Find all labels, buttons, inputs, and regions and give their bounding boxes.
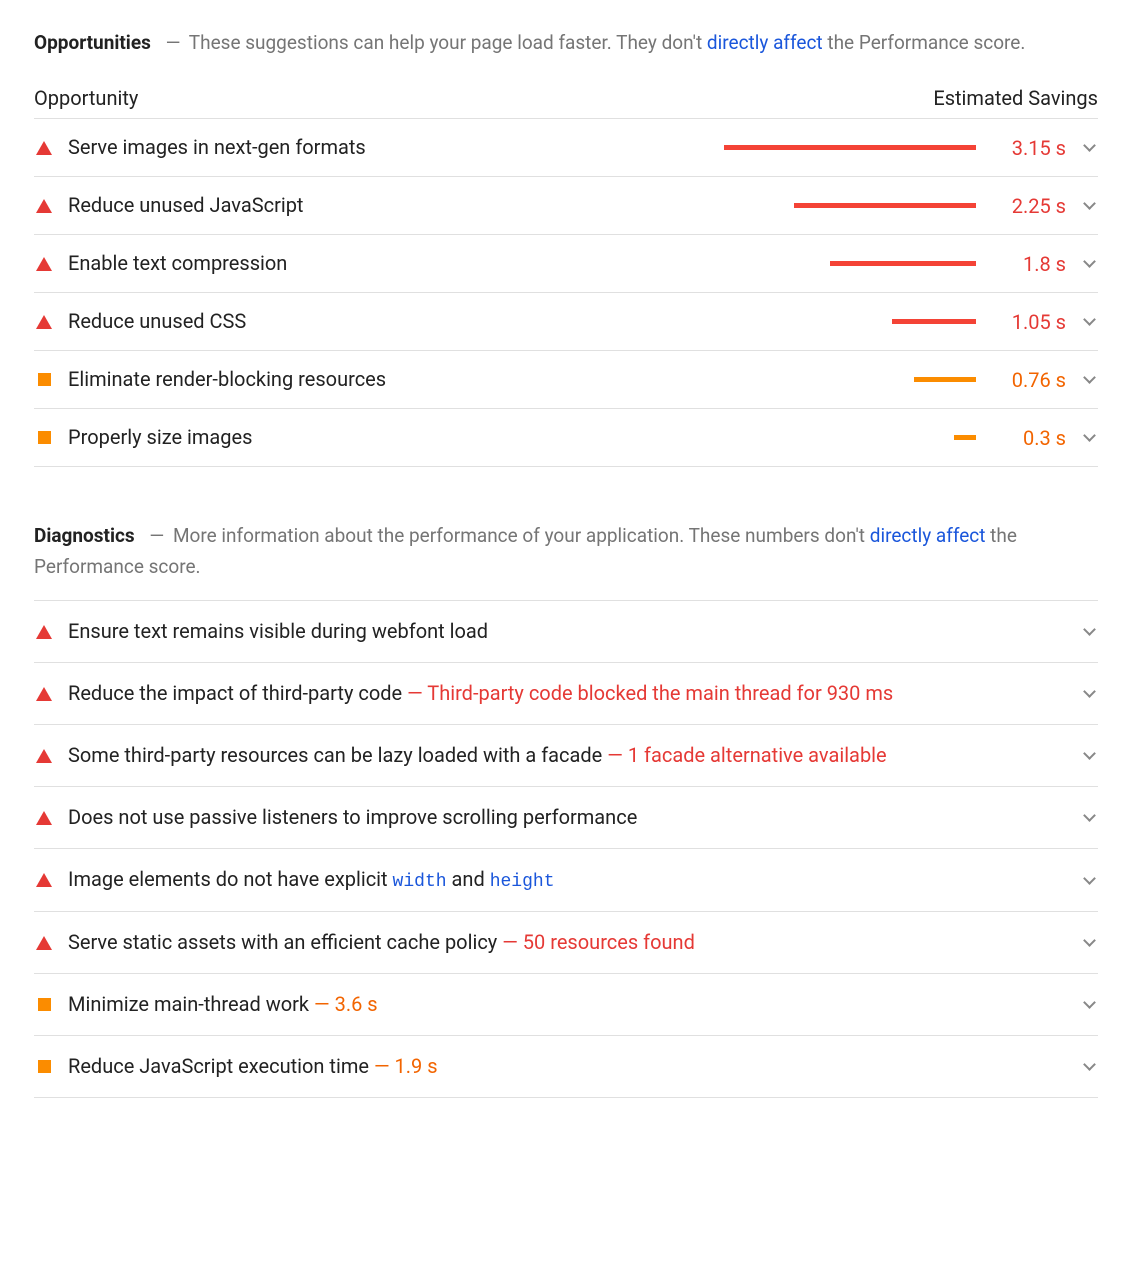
opportunity-label: Reduce unused CSS — [68, 307, 682, 336]
directly-affect-link[interactable]: directly affect — [870, 524, 986, 547]
savings-bar — [696, 435, 976, 440]
diagnostic-row[interactable]: Minimize main-thread work — 3.6 s — [34, 974, 1098, 1036]
diagnostic-row[interactable]: Serve static assets with an efficient ca… — [34, 912, 1098, 974]
diagnostic-label: Minimize main-thread work — 3.6 s — [68, 990, 1066, 1019]
savings-value: 1.05 s — [990, 310, 1066, 334]
diagnostic-row[interactable]: Ensure text remains visible during webfo… — [34, 601, 1098, 663]
diagnostic-row[interactable]: Image elements do not have explicit widt… — [34, 849, 1098, 912]
chevron-down-icon[interactable] — [1080, 940, 1098, 945]
savings-bar — [696, 261, 976, 266]
square-orange-icon — [34, 1060, 54, 1073]
savings-value: 2.25 s — [990, 194, 1066, 218]
diagnostics-header: Diagnostics — More information about the… — [34, 521, 1098, 582]
opportunity-label: Properly size images — [68, 423, 682, 452]
savings-bar — [696, 203, 976, 208]
chevron-down-icon[interactable] — [1080, 145, 1098, 150]
diagnostic-row[interactable]: Some third-party resources can be lazy l… — [34, 725, 1098, 787]
diagnostic-detail: 50 resources found — [523, 930, 695, 954]
opportunities-desc-post: the Performance score. — [823, 31, 1026, 54]
diagnostic-row[interactable]: Reduce the impact of third-party code — … — [34, 663, 1098, 725]
chevron-down-icon[interactable] — [1080, 203, 1098, 208]
triangle-red-icon — [34, 141, 54, 155]
diagnostic-detail: Third-party code blocked the main thread… — [427, 681, 893, 705]
directly-affect-link[interactable]: directly affect — [707, 31, 823, 54]
savings-bar — [696, 377, 976, 382]
opportunity-label: Reduce unused JavaScript — [68, 191, 682, 220]
chevron-down-icon[interactable] — [1080, 1064, 1098, 1069]
dash-separator: — — [166, 31, 181, 54]
triangle-red-icon — [34, 749, 54, 763]
chevron-down-icon[interactable] — [1080, 629, 1098, 634]
dash-separator: — — [149, 524, 164, 547]
savings-value: 1.8 s — [990, 252, 1066, 276]
triangle-red-icon — [34, 199, 54, 213]
diagnostic-detail: 1 facade alternative available — [628, 743, 887, 767]
diagnostics-title: Diagnostics — [34, 524, 135, 547]
chevron-down-icon[interactable] — [1080, 1002, 1098, 1007]
opportunity-label: Serve images in next-gen formats — [68, 133, 682, 162]
chevron-down-icon[interactable] — [1080, 691, 1098, 696]
diagnostic-row[interactable]: Reduce JavaScript execution time — 1.9 s — [34, 1036, 1098, 1098]
opportunity-label: Eliminate render-blocking resources — [68, 365, 682, 394]
triangle-red-icon — [34, 687, 54, 701]
triangle-red-icon — [34, 811, 54, 825]
square-orange-icon — [34, 373, 54, 386]
chevron-down-icon[interactable] — [1080, 878, 1098, 883]
diagnostic-label: Serve static assets with an efficient ca… — [68, 928, 1066, 957]
savings-value: 0.3 s — [990, 426, 1066, 450]
opportunity-row[interactable]: Reduce unused CSS 1.05 s — [34, 293, 1098, 351]
triangle-red-icon — [34, 625, 54, 639]
chevron-down-icon[interactable] — [1080, 815, 1098, 820]
diagnostic-detail: 3.6 s — [335, 992, 378, 1016]
diagnostic-row[interactable]: Does not use passive listeners to improv… — [34, 787, 1098, 849]
col-opportunity: Opportunity — [34, 86, 138, 110]
opportunities-list: Serve images in next-gen formats 3.15 s Re… — [34, 119, 1098, 467]
opportunities-title: Opportunities — [34, 31, 151, 54]
savings-value: 3.15 s — [990, 136, 1066, 160]
chevron-down-icon[interactable] — [1080, 377, 1098, 382]
diagnostic-detail: 1.9 s — [395, 1054, 438, 1078]
diagnostic-label: Some third-party resources can be lazy l… — [68, 741, 1066, 770]
col-savings: Estimated Savings — [933, 86, 1098, 110]
triangle-red-icon — [34, 257, 54, 271]
diagnostics-desc-pre: More information about the performance o… — [173, 524, 870, 547]
opportunities-header: Opportunities — These suggestions can he… — [34, 28, 1098, 58]
savings-value: 0.76 s — [990, 368, 1066, 392]
triangle-red-icon — [34, 936, 54, 950]
opportunities-desc-pre: These suggestions can help your page loa… — [189, 31, 707, 54]
diagnostic-label: Reduce the impact of third-party code — … — [68, 679, 1066, 708]
opportunity-row[interactable]: Eliminate render-blocking resources 0.76 … — [34, 351, 1098, 409]
square-orange-icon — [34, 998, 54, 1011]
triangle-red-icon — [34, 873, 54, 887]
chevron-down-icon[interactable] — [1080, 319, 1098, 324]
savings-bar — [696, 145, 976, 150]
diagnostic-label: Image elements do not have explicit widt… — [68, 865, 1066, 895]
chevron-down-icon[interactable] — [1080, 753, 1098, 758]
chevron-down-icon[interactable] — [1080, 261, 1098, 266]
diagnostic-label: Reduce JavaScript execution time — 1.9 s — [68, 1052, 1066, 1081]
opportunity-label: Enable text compression — [68, 249, 682, 278]
diagnostics-list: Ensure text remains visible during webfo… — [34, 601, 1098, 1098]
savings-bar — [696, 319, 976, 324]
opportunity-row[interactable]: Enable text compression 1.8 s — [34, 235, 1098, 293]
diagnostic-label: Does not use passive listeners to improv… — [68, 803, 1066, 832]
opportunity-row[interactable]: Serve images in next-gen formats 3.15 s — [34, 119, 1098, 177]
diagnostic-label: Ensure text remains visible during webfo… — [68, 617, 1066, 646]
triangle-red-icon — [34, 315, 54, 329]
chevron-down-icon[interactable] — [1080, 435, 1098, 440]
opportunity-row[interactable]: Properly size images 0.3 s — [34, 409, 1098, 467]
opportunities-columns: Opportunity Estimated Savings — [34, 76, 1098, 119]
square-orange-icon — [34, 431, 54, 444]
opportunity-row[interactable]: Reduce unused JavaScript 2.25 s — [34, 177, 1098, 235]
